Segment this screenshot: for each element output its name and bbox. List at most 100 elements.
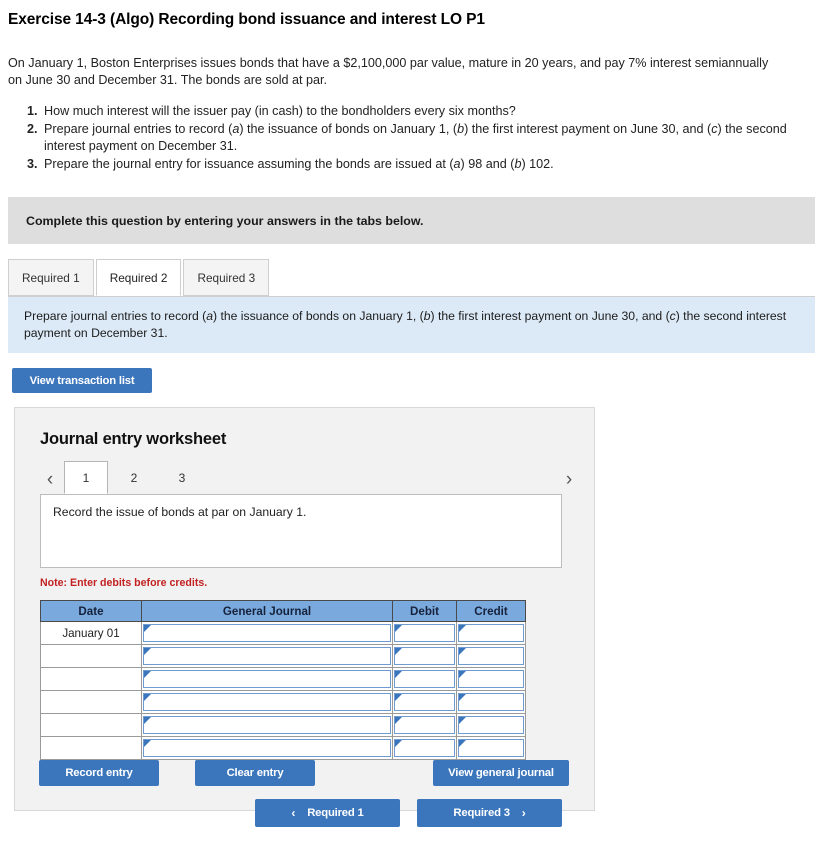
debits-before-credits-note: Note: Enter debits before credits. xyxy=(40,577,208,589)
requirement-item-3: 3. Prepare the journal entry for issuance… xyxy=(27,156,823,173)
cell-debit[interactable] xyxy=(392,736,457,760)
cell-date[interactable] xyxy=(40,690,142,714)
worksheet-page-2[interactable]: 2 xyxy=(112,461,156,494)
tab-label: Required 2 xyxy=(109,270,168,285)
required-tab-strip: Required 1 Required 2 Required 3 xyxy=(8,258,815,297)
worksheet-page-3[interactable]: 3 xyxy=(160,461,204,494)
problem-line-2: on June 30 and December 31. The bonds ar… xyxy=(8,73,328,87)
table-row xyxy=(40,690,526,714)
page-label: 3 xyxy=(178,470,186,485)
nav-previous-required-1-button[interactable]: ‹ Required 1 xyxy=(255,799,400,827)
journal-entry-worksheet-panel: Journal entry worksheet ‹ 1 2 3 › Record… xyxy=(14,407,595,811)
cell-general-journal[interactable] xyxy=(141,621,393,645)
debit-input[interactable] xyxy=(394,693,455,711)
nav-next-required-3-button[interactable]: Required 3 › xyxy=(417,799,562,827)
tab-required-3[interactable]: Required 3 xyxy=(183,259,270,296)
credit-input[interactable] xyxy=(458,624,524,642)
tab-label: Required 1 xyxy=(22,270,80,285)
cell-credit[interactable] xyxy=(456,667,526,691)
instruction-bar: Complete this question by entering your … xyxy=(8,197,815,244)
cell-credit[interactable] xyxy=(456,736,526,760)
problem-line-1: On January 1, Boston Enterprises issues … xyxy=(8,56,769,70)
view-transaction-list-wrapper: View transaction list xyxy=(12,368,823,393)
tab-label: Required 3 xyxy=(197,270,256,285)
record-entry-button[interactable]: Record entry xyxy=(39,760,159,786)
cell-date[interactable] xyxy=(40,713,142,737)
chevron-left-icon: ‹ xyxy=(291,806,296,820)
debit-input[interactable] xyxy=(394,670,455,688)
credit-input[interactable] xyxy=(458,739,524,757)
credit-input[interactable] xyxy=(458,670,524,688)
general-journal-select[interactable] xyxy=(143,670,391,688)
debit-input[interactable] xyxy=(394,624,455,642)
requirements-list: 1. How much interest will the issuer pay … xyxy=(0,103,823,173)
tab-required-2[interactable]: Required 2 xyxy=(95,259,182,296)
tab-required-1[interactable]: Required 1 xyxy=(8,259,94,296)
table-header-row: Date General Journal Debit Credit xyxy=(40,600,526,622)
info-italic-a: a xyxy=(206,309,214,323)
cell-general-journal[interactable] xyxy=(141,736,393,760)
problem-statement: On January 1, Boston Enterprises issues … xyxy=(0,29,823,89)
worksheet-pager: ‹ 1 2 3 › xyxy=(15,460,594,494)
debit-input[interactable] xyxy=(394,739,455,757)
general-journal-select[interactable] xyxy=(143,739,391,757)
nav-previous-label: Required 1 xyxy=(307,807,364,819)
cell-general-journal[interactable] xyxy=(141,713,393,737)
instruction-bar-text: Complete this question by entering your … xyxy=(26,213,424,228)
cell-date[interactable]: January 01 xyxy=(40,621,142,645)
column-header-credit: Credit xyxy=(456,600,526,622)
debit-input[interactable] xyxy=(394,716,455,734)
requirement-italic-a: a xyxy=(453,157,461,171)
info-italic-b: b xyxy=(423,309,431,323)
clear-entry-button[interactable]: Clear entry xyxy=(195,760,315,786)
cell-debit[interactable] xyxy=(392,667,457,691)
cell-date[interactable] xyxy=(40,736,142,760)
credit-input[interactable] xyxy=(458,693,524,711)
page-title: Exercise 14-3 (Algo) Recording bond issu… xyxy=(8,11,485,28)
general-journal-select[interactable] xyxy=(143,693,391,711)
cell-general-journal[interactable] xyxy=(141,690,393,714)
cell-debit[interactable] xyxy=(392,621,457,645)
cell-credit[interactable] xyxy=(456,713,526,737)
credit-input[interactable] xyxy=(458,716,524,734)
cell-general-journal[interactable] xyxy=(141,644,393,668)
general-journal-select[interactable] xyxy=(143,624,391,642)
table-row xyxy=(40,713,526,737)
requirement-text-b: ) 98 and ( xyxy=(460,157,515,171)
requirement-text-c: ) the first interest payment on June 30,… xyxy=(464,122,712,136)
chevron-left-icon[interactable]: ‹ xyxy=(40,470,60,494)
view-general-journal-button[interactable]: View general journal xyxy=(433,760,569,786)
cell-debit[interactable] xyxy=(392,644,457,668)
cell-debit[interactable] xyxy=(392,713,457,737)
requirement-text-a: Prepare the journal entry for issuance a… xyxy=(44,157,454,171)
credit-input[interactable] xyxy=(458,647,524,665)
info-text-c: ) the first interest payment on June 30,… xyxy=(430,309,670,323)
requirement-text-a: Prepare journal entries to record ( xyxy=(44,122,233,136)
column-header-date: Date xyxy=(40,600,142,622)
worksheet-description-box: Record the issue of bonds at par on Janu… xyxy=(40,494,562,568)
cell-credit[interactable] xyxy=(456,644,526,668)
general-journal-select[interactable] xyxy=(143,647,391,665)
requirement-text: How much interest will the issuer pay (i… xyxy=(44,104,516,118)
requirement-item-2: 2. Prepare journal entries to record (a) … xyxy=(27,121,823,155)
general-journal-select[interactable] xyxy=(143,716,391,734)
view-transaction-list-button[interactable]: View transaction list xyxy=(12,368,152,393)
cell-credit[interactable] xyxy=(456,690,526,714)
cell-date[interactable] xyxy=(40,667,142,691)
chevron-right-icon: › xyxy=(521,806,526,820)
worksheet-action-bar: Record entry Clear entry View general jo… xyxy=(15,760,594,790)
cell-general-journal[interactable] xyxy=(141,667,393,691)
cell-date[interactable] xyxy=(40,644,142,668)
debit-input[interactable] xyxy=(394,647,455,665)
cell-debit[interactable] xyxy=(392,690,457,714)
requirement-info-panel: Prepare journal entries to record (a ) th… xyxy=(8,297,815,353)
info-text-a: Prepare journal entries to record ( xyxy=(24,309,207,323)
table-row xyxy=(40,644,526,668)
cell-credit[interactable] xyxy=(456,621,526,645)
requirement-text-c: ) 102. xyxy=(521,157,554,171)
worksheet-page-1[interactable]: 1 xyxy=(64,461,108,494)
chevron-right-icon[interactable]: › xyxy=(559,470,579,494)
bottom-navigation: ‹ Required 1 Required 3 › xyxy=(0,799,823,831)
column-header-debit: Debit xyxy=(392,600,457,622)
worksheet-title: Journal entry worksheet xyxy=(40,430,227,448)
